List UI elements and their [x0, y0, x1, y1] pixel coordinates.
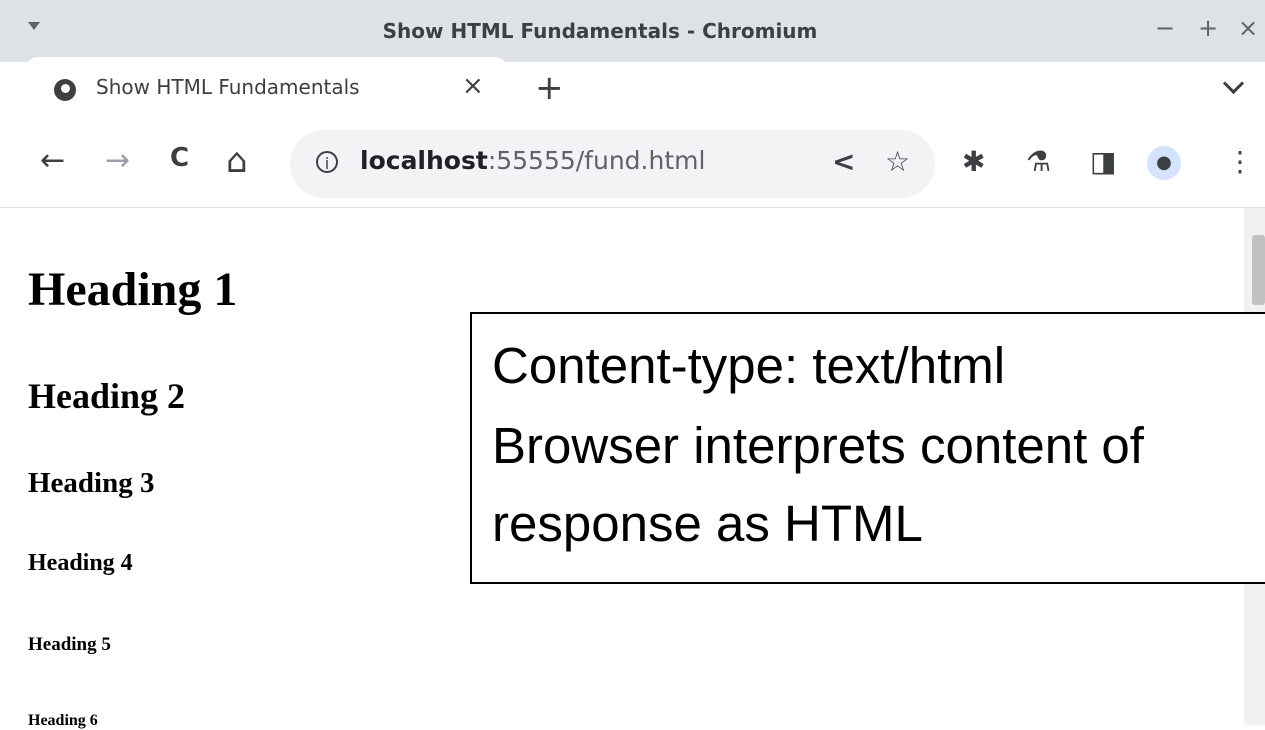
- bookmark-star-icon[interactable]: ☆: [885, 145, 910, 178]
- person-icon: ●: [1156, 152, 1172, 173]
- tab-search-chevron-icon[interactable]: [1222, 72, 1245, 95]
- reload-button[interactable]: C: [170, 143, 189, 173]
- tab-title: Show HTML Fundamentals: [96, 75, 360, 99]
- new-tab-button[interactable]: +: [535, 68, 564, 108]
- annotation-box: Content-type: text/html Browser interpre…: [470, 312, 1265, 584]
- menu-kebab-icon[interactable]: ⋮: [1226, 145, 1254, 178]
- globe-icon: [54, 79, 76, 101]
- scrollbar-thumb[interactable]: [1252, 235, 1265, 305]
- tab-show-html-fundamentals[interactable]: Show HTML Fundamentals ×: [24, 57, 508, 121]
- url-text[interactable]: localhost:55555/fund.html: [360, 146, 705, 175]
- annotation-line-2: Browser interprets content of: [492, 417, 1144, 474]
- back-button[interactable]: ←: [40, 143, 65, 178]
- share-icon[interactable]: <: [832, 145, 855, 178]
- heading-6: Heading 6: [28, 712, 98, 729]
- labs-flask-icon[interactable]: ⚗: [1026, 145, 1051, 178]
- close-window-button[interactable]: ×: [1238, 14, 1258, 42]
- home-button[interactable]: ⌂: [226, 141, 248, 181]
- site-info-icon[interactable]: i: [316, 151, 338, 173]
- heading-1: Heading 1: [28, 263, 238, 316]
- title-bar: Show HTML Fundamentals - Chromium − + ×: [0, 0, 1265, 62]
- profile-avatar[interactable]: ●: [1147, 146, 1181, 180]
- url-path: :55555/fund.html: [487, 146, 706, 175]
- side-panel-icon[interactable]: ◨: [1090, 145, 1116, 178]
- tab-close-button[interactable]: ×: [462, 71, 484, 101]
- heading-4: Heading 4: [28, 550, 133, 576]
- minimize-button[interactable]: −: [1155, 14, 1175, 42]
- heading-3: Heading 3: [28, 467, 155, 499]
- annotation-line-3: response as HTML: [492, 495, 923, 552]
- heading-2: Heading 2: [28, 376, 186, 416]
- extensions-puzzle-icon[interactable]: ✱: [962, 145, 985, 178]
- maximize-button[interactable]: +: [1198, 14, 1218, 42]
- annotation-line-1: Content-type: text/html: [492, 337, 1006, 394]
- window-title: Show HTML Fundamentals - Chromium: [382, 19, 818, 43]
- forward-button[interactable]: →: [105, 143, 130, 178]
- url-host: localhost: [360, 146, 488, 175]
- heading-5: Heading 5: [28, 634, 111, 655]
